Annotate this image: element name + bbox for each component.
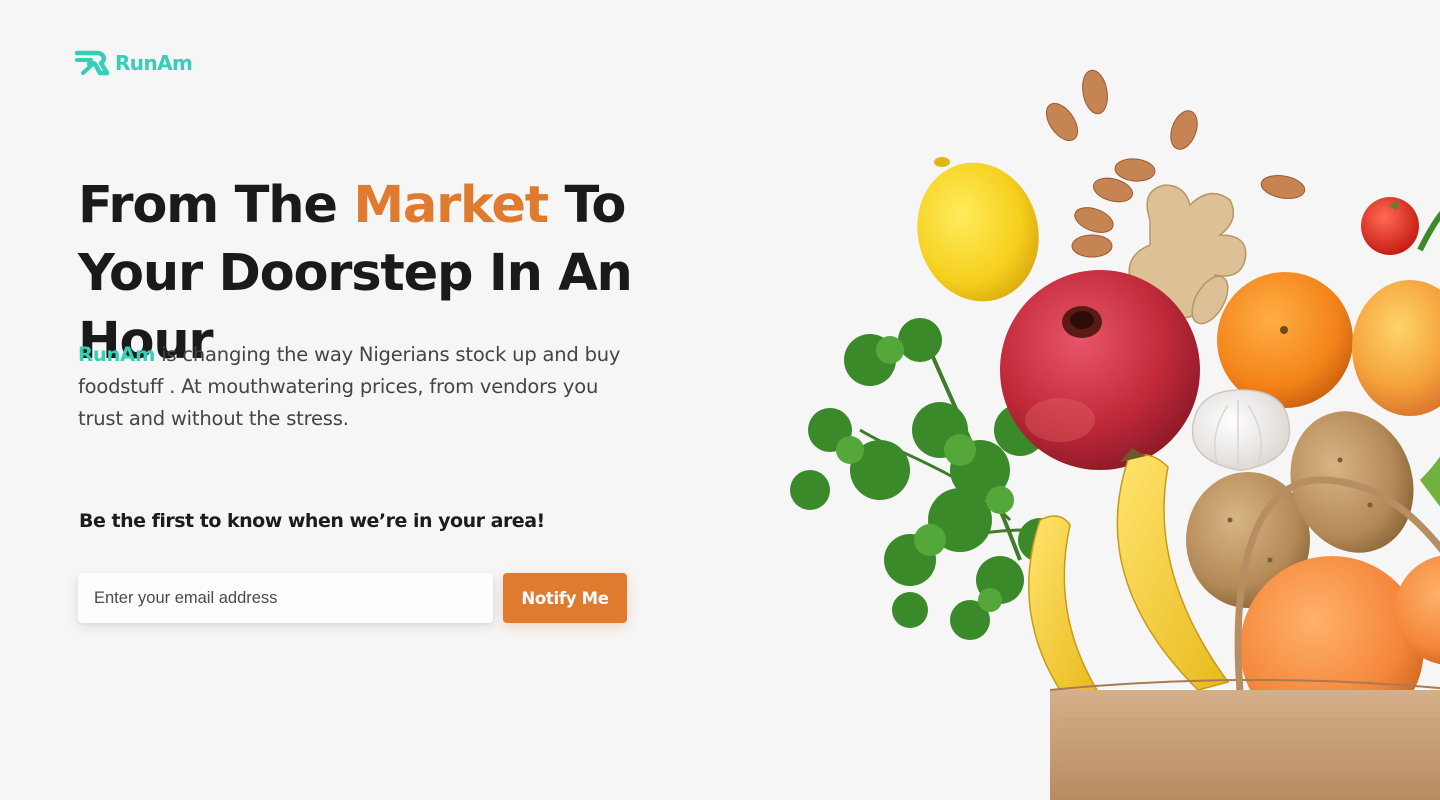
- grocery-illustration-svg: [790, 69, 1440, 800]
- pomegranate-icon: [1000, 270, 1200, 470]
- signup-callout: Be the first to know when we’re in your …: [79, 510, 545, 532]
- brand-name: RunAm: [115, 51, 193, 75]
- email-input[interactable]: [78, 573, 493, 623]
- lemon-icon: [917, 157, 1039, 302]
- headline-accent: Market: [353, 176, 549, 235]
- hero-description: RunAm is changing the way Nigerians stoc…: [78, 339, 648, 435]
- tomato-icon: [1361, 197, 1440, 255]
- landing-page: RunAm From The Market To Your Doorstep I…: [0, 0, 1440, 800]
- headline-part1: From The: [78, 176, 354, 235]
- notify-me-button[interactable]: Notify Me: [503, 573, 627, 623]
- description-brand: RunAm: [78, 343, 156, 366]
- runam-logo-icon: [75, 50, 110, 76]
- description-text: is changing the way Nigerians stock up a…: [78, 343, 621, 430]
- email-field-container: [78, 573, 493, 623]
- grocery-illustration: [760, 0, 1440, 800]
- orange-icon: [1217, 272, 1353, 408]
- brand-logo[interactable]: RunAm: [75, 50, 193, 76]
- garlic-icon: [1191, 389, 1291, 471]
